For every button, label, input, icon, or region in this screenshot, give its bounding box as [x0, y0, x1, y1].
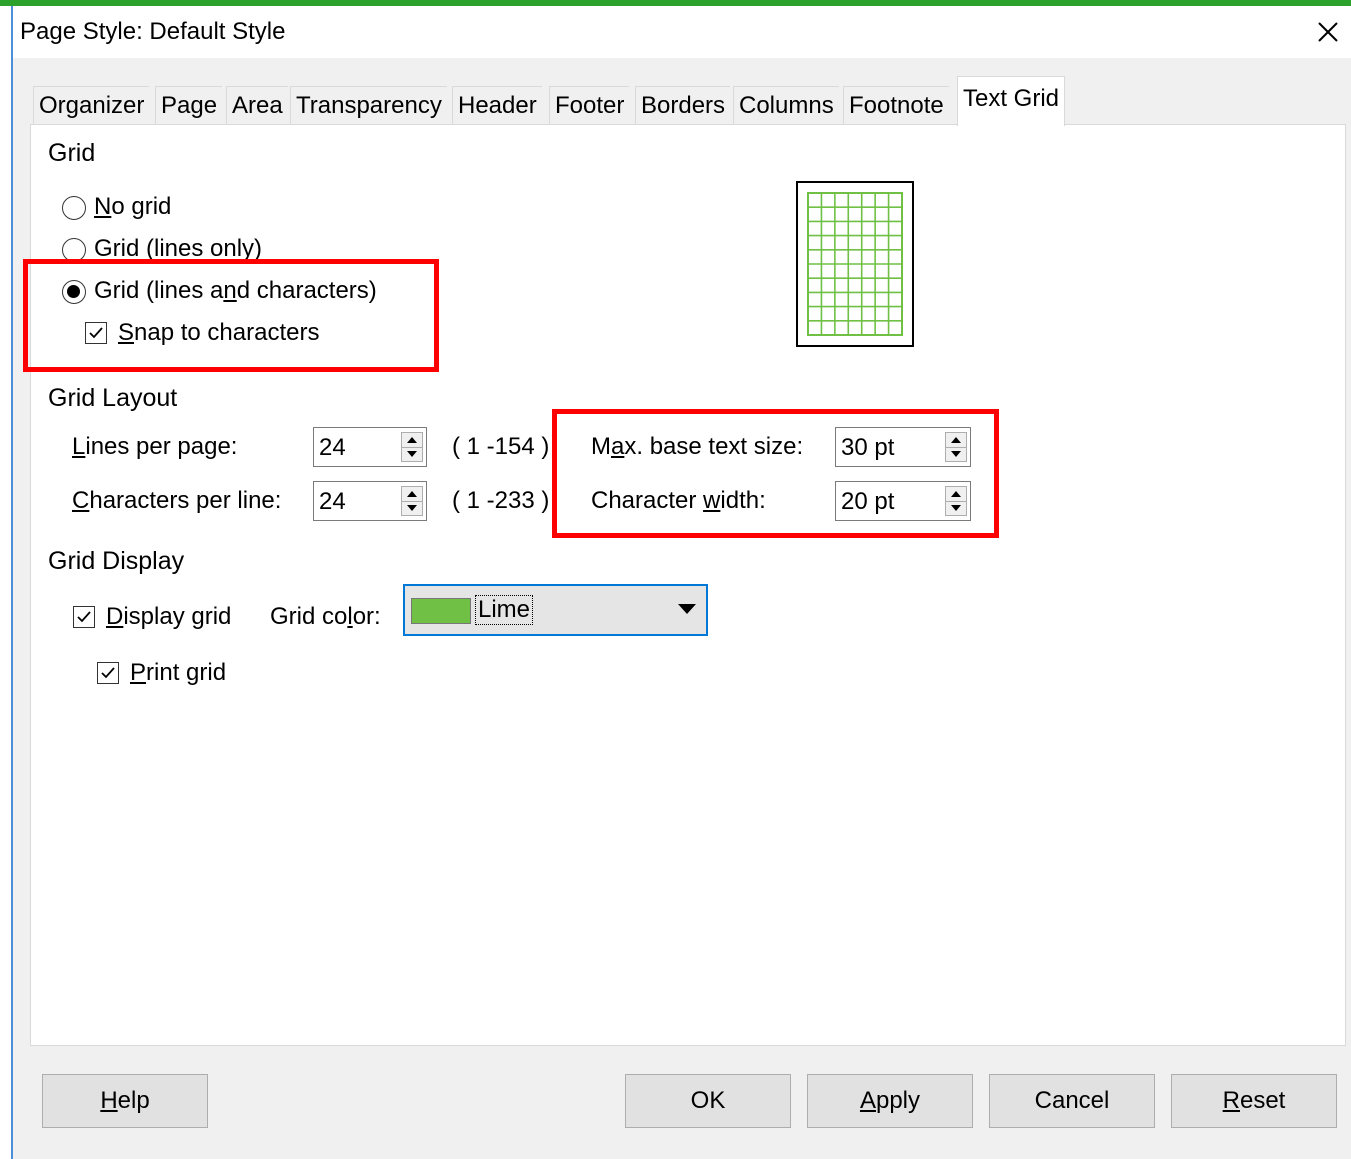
grid-section-title: Grid [48, 139, 96, 167]
dropdown-arrow-icon [678, 604, 696, 614]
no-grid-radio[interactable] [62, 196, 86, 220]
grid-color-dropdown[interactable]: Lime [403, 584, 708, 636]
print-grid-checkbox[interactable] [97, 662, 119, 684]
highlight-box-grid-option [23, 259, 439, 372]
characters-per-line-label: Characters per line: [72, 487, 282, 514]
checkmark-icon [101, 667, 115, 679]
spin-down-icon[interactable] [946, 501, 966, 515]
snap-to-characters-label: Snap to characters [118, 319, 320, 346]
grid-lines-and-characters-label: Grid (lines and characters) [94, 277, 377, 304]
panel-content: Grid No grid Grid (lines only) Grid (lin… [0, 0, 1351, 1159]
reset-button[interactable]: Reset [1171, 1074, 1337, 1128]
lines-per-page-spin-buttons[interactable] [401, 432, 423, 462]
max-base-text-size-spinbox[interactable]: 30 pt [835, 427, 971, 467]
characters-per-line-spinbox[interactable]: 24 [313, 481, 427, 521]
ok-button[interactable]: OK [625, 1074, 791, 1128]
max-base-text-size-value: 30 pt [841, 434, 895, 461]
character-width-spin-buttons[interactable] [945, 486, 967, 516]
grid-preview [796, 181, 914, 347]
color-swatch [411, 598, 471, 624]
grid-color-value: Lime [475, 595, 534, 625]
apply-button[interactable]: Apply [807, 1074, 973, 1128]
characters-per-line-range: ( 1 -233 ) [452, 487, 550, 514]
characters-per-line-value: 24 [319, 488, 346, 515]
lines-per-page-value: 24 [319, 434, 346, 461]
display-grid-checkbox[interactable] [73, 606, 95, 628]
character-width-label: Character width: [591, 487, 766, 514]
grid-layout-section-title: Grid Layout [48, 384, 178, 412]
help-button[interactable]: Help [42, 1074, 208, 1128]
spin-down-icon[interactable] [946, 447, 966, 461]
spin-up-icon[interactable] [946, 433, 966, 448]
display-grid-label: Display grid [106, 603, 232, 630]
checkmark-icon [89, 327, 103, 339]
lines-per-page-spinbox[interactable]: 24 [313, 427, 427, 467]
cancel-button[interactable]: Cancel [989, 1074, 1155, 1128]
grid-color-label: Grid color: [270, 603, 381, 630]
character-width-spinbox[interactable]: 20 pt [835, 481, 971, 521]
snap-to-characters-checkbox[interactable] [85, 322, 107, 344]
grid-lines-only-radio[interactable] [62, 238, 86, 262]
characters-per-line-spin-buttons[interactable] [401, 486, 423, 516]
grid-lines-only-label: Grid (lines only) [94, 235, 263, 262]
grid-display-section-title: Grid Display [48, 547, 185, 575]
no-grid-label: No grid [94, 193, 172, 220]
character-width-value: 20 pt [841, 488, 895, 515]
max-base-text-size-label: Max. base text size: [591, 433, 804, 460]
lines-per-page-range: ( 1 -154 ) [452, 433, 550, 460]
grid-preview-image [807, 192, 903, 336]
checkmark-icon [77, 611, 91, 623]
spin-up-icon[interactable] [402, 487, 422, 502]
spin-up-icon[interactable] [402, 433, 422, 448]
max-base-text-size-spin-buttons[interactable] [945, 432, 967, 462]
spin-up-icon[interactable] [946, 487, 966, 502]
spin-down-icon[interactable] [402, 447, 422, 461]
print-grid-label: Print grid [130, 659, 227, 686]
lines-per-page-label: Lines per page: [72, 433, 238, 460]
grid-lines-and-characters-radio[interactable] [62, 280, 86, 304]
spin-down-icon[interactable] [402, 501, 422, 515]
